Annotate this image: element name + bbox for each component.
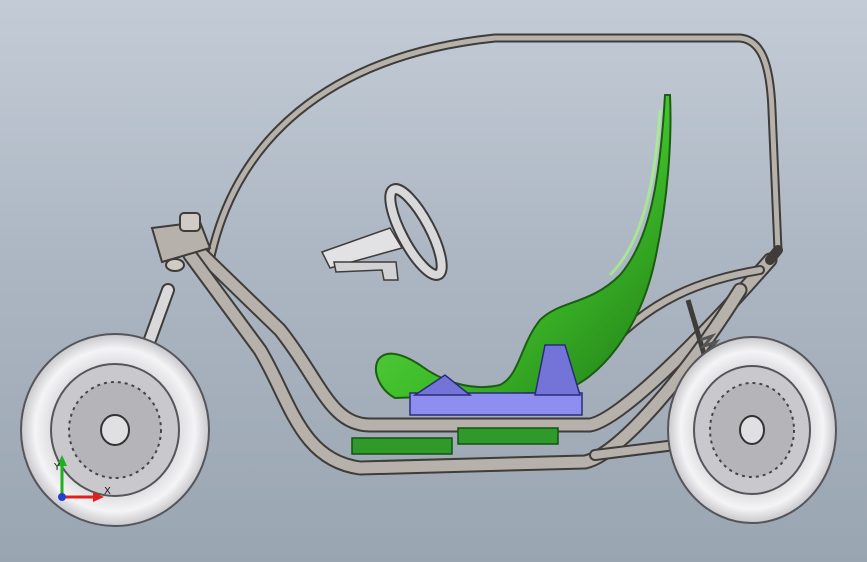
triad-y-label: Y [53,462,61,473]
rear-wheel [667,336,837,524]
model-scene: Y X [20,33,837,527]
triad-x-label: X [104,486,111,497]
triad-z-axis [58,493,66,501]
steering-assembly [320,183,448,281]
front-wheel [20,333,210,527]
canopy-frame [203,33,783,277]
bucket-seat [375,94,672,400]
cad-viewport[interactable]: Y X [0,0,867,562]
